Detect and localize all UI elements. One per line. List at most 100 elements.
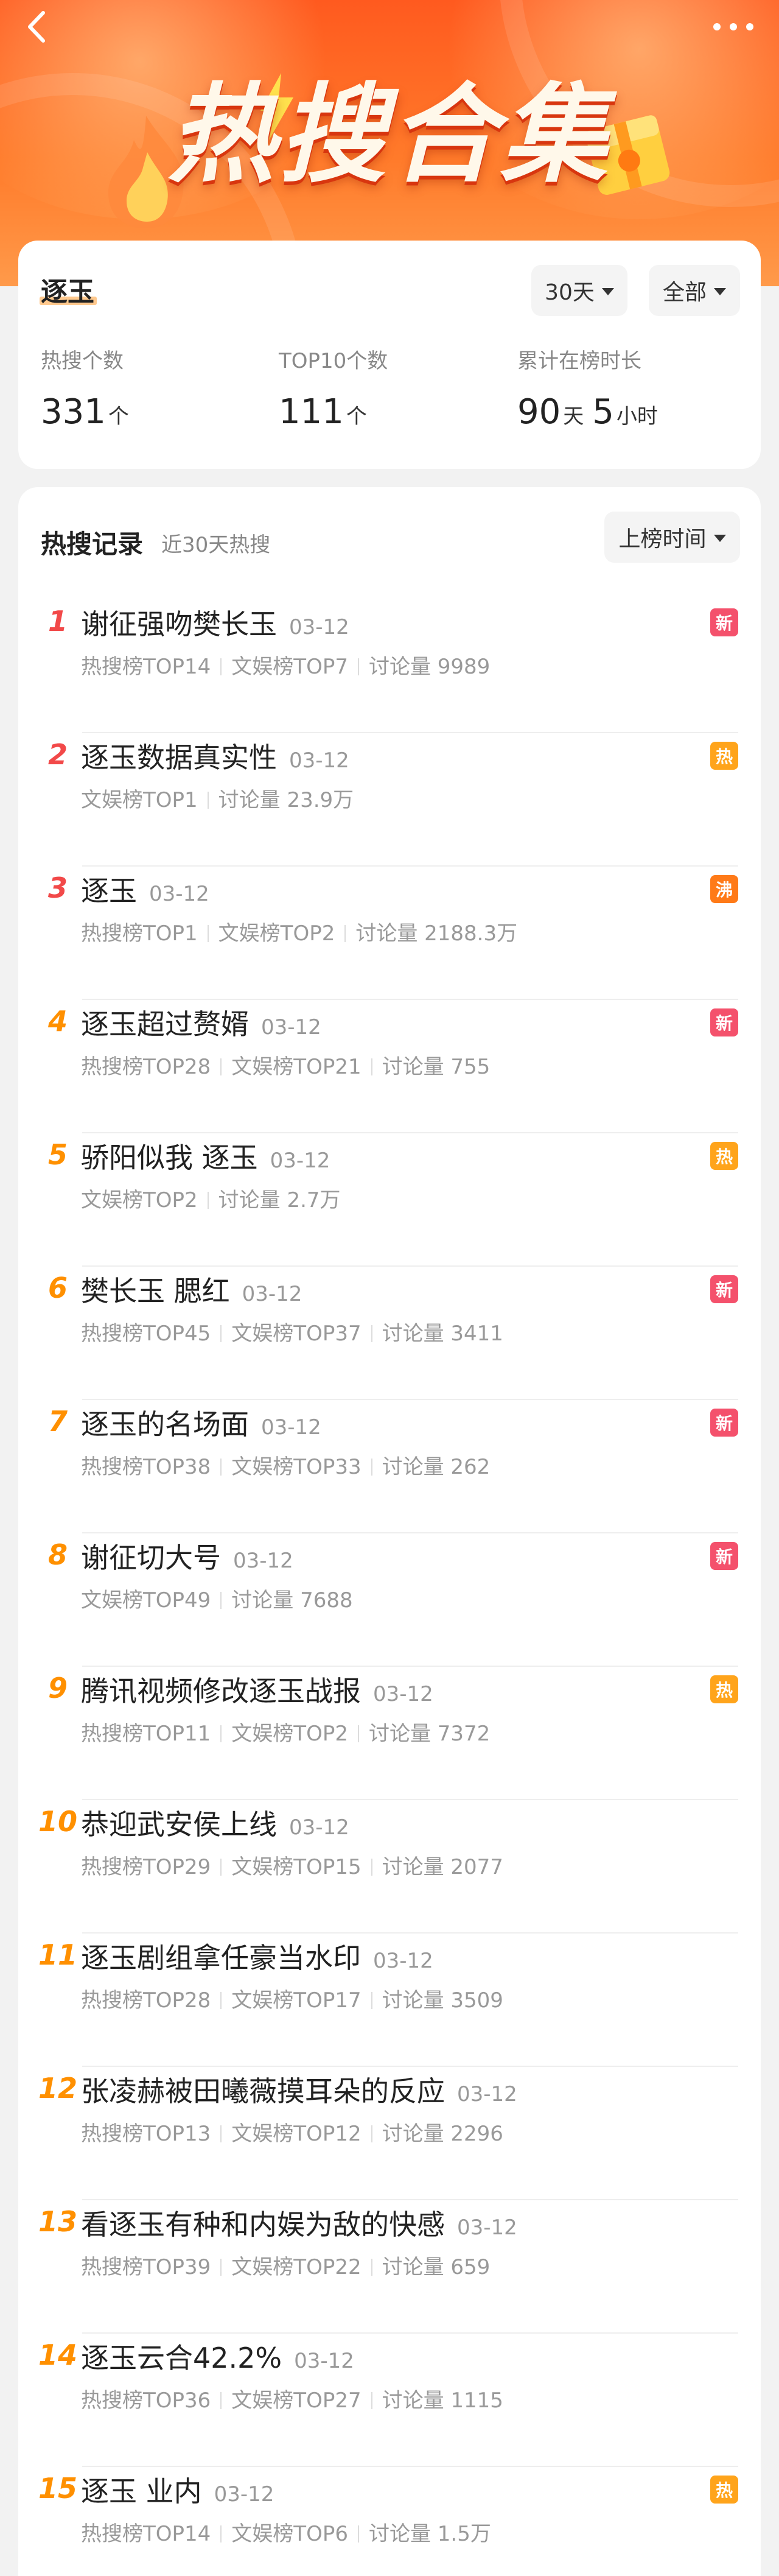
- divider: [220, 2125, 222, 2142]
- record-date: 03-12: [294, 2349, 354, 2373]
- status-badge: 热: [710, 1675, 738, 1703]
- divider: [220, 1325, 222, 1342]
- record-meta-item: 讨论量 659: [382, 2255, 491, 2279]
- list-item[interactable]: 15 逐玉 业内 03-12 热搜榜TOP14 文娱榜TOP6 讨论量 1.5万 热: [18, 2467, 761, 2576]
- divider: [220, 2259, 222, 2276]
- record-title-line: 逐玉超过赘婿 03-12: [81, 1002, 321, 1043]
- list-item[interactable]: 9 腾讯视频修改逐玉战报 03-12 热搜榜TOP11 文娱榜TOP2 讨论量 7372 热: [18, 1667, 761, 1800]
- record-meta: 热搜榜TOP14 文娱榜TOP7 讨论量 9989: [81, 650, 490, 680]
- period-dropdown[interactable]: 30天: [531, 265, 627, 316]
- divider: [220, 2392, 222, 2409]
- record-meta-item: 文娱榜TOP2: [81, 1188, 198, 1212]
- record-title: 谢征强吻樊长玉: [81, 608, 277, 641]
- record-title-line: 樊长玉 腮红 03-12: [81, 1269, 302, 1309]
- back-button[interactable]: [18, 9, 55, 45]
- stat-top10-count: TOP10个数 111 个: [279, 344, 388, 432]
- page: 热搜合集 逐玉 30天 全部 热搜个数 331 个 TOP10个数 111 个 累计…: [0, 0, 779, 2576]
- status-badge: 沸: [710, 875, 738, 903]
- record-title-line: 逐玉云合42.2% 03-12: [81, 2336, 354, 2376]
- record-date: 03-12: [289, 615, 349, 639]
- record-title: 谢征切大号: [81, 1541, 221, 1574]
- stat-value: 111 个: [279, 392, 367, 432]
- list-item[interactable]: 12 张凌赫被田曦薇摸耳朵的反应 03-12 热搜榜TOP13 文娱榜TOP12 讨论量 …: [18, 2067, 761, 2200]
- divider: [371, 1859, 372, 1876]
- divider: [220, 2525, 222, 2543]
- divider: [220, 1592, 222, 1609]
- record-meta-item: 讨论量 23.9万: [218, 788, 354, 812]
- record-date: 03-12: [261, 1015, 321, 1040]
- scope-dropdown-label: 全部: [662, 280, 707, 305]
- record-title-line: 谢征强吻樊长玉 03-12: [81, 602, 349, 642]
- record-meta-item: 热搜榜TOP28: [81, 1988, 211, 2013]
- list-item[interactable]: 4 逐玉超过赘婿 03-12 热搜榜TOP28 文娱榜TOP21 讨论量 755 新: [18, 1000, 761, 1133]
- more-options-button[interactable]: [706, 9, 761, 45]
- record-title-line: 看逐玉有种和内娱为敌的快感 03-12: [81, 2203, 517, 2243]
- record-meta-item: 热搜榜TOP14: [81, 655, 211, 679]
- rank-number: 1: [47, 605, 68, 638]
- record-meta-item: 文娱榜TOP22: [231, 2255, 362, 2279]
- record-date: 03-12: [373, 1682, 433, 1706]
- record-meta: 热搜榜TOP13 文娱榜TOP12 讨论量 2296: [81, 2117, 503, 2147]
- stat-hot-count: 热搜个数 331 个: [41, 344, 129, 432]
- list-item[interactable]: 5 骄阳似我 逐玉 03-12 文娱榜TOP2 讨论量 2.7万 热: [18, 1133, 761, 1267]
- list-item[interactable]: 13 看逐玉有种和内娱为敌的快感 03-12 热搜榜TOP39 文娱榜TOP22 讨论量 …: [18, 2200, 761, 2334]
- record-meta-item: 文娱榜TOP12: [231, 2122, 362, 2146]
- chevron-left-icon: [28, 11, 45, 43]
- stat-value: 331 个: [41, 392, 129, 432]
- record-meta-item: 讨论量 3411: [382, 1321, 503, 1346]
- record-title: 逐玉数据真实性: [81, 741, 277, 774]
- list-item[interactable]: 10 恭迎武安侯上线 03-12 热搜榜TOP29 文娱榜TOP15 讨论量 2077: [18, 1800, 761, 1934]
- record-date: 03-12: [261, 1415, 321, 1440]
- record-meta: 热搜榜TOP14 文娱榜TOP6 讨论量 1.5万: [81, 2517, 491, 2547]
- record-meta-item: 热搜榜TOP1: [81, 921, 198, 946]
- record-meta: 热搜榜TOP28 文娱榜TOP21 讨论量 755: [81, 1050, 490, 1080]
- record-meta-item: 文娱榜TOP1: [81, 788, 198, 812]
- list-item[interactable]: 7 逐玉的名场面 03-12 热搜榜TOP38 文娱榜TOP33 讨论量 262 新: [18, 1400, 761, 1533]
- record-title: 恭迎武安侯上线: [81, 1808, 277, 1841]
- rank-number: 15: [38, 2472, 77, 2505]
- record-meta-item: 文娱榜TOP6: [231, 2522, 348, 2546]
- record-title: 逐玉 业内: [81, 2475, 202, 2508]
- record-meta-item: 热搜榜TOP13: [81, 2122, 211, 2146]
- record-meta: 热搜榜TOP45 文娱榜TOP37 讨论量 3411: [81, 1317, 503, 1346]
- record-meta: 文娱榜TOP1 讨论量 23.9万: [81, 783, 354, 813]
- list-item[interactable]: 2 逐玉数据真实性 03-12 文娱榜TOP1 讨论量 23.9万 热: [18, 733, 761, 867]
- rank-number: 12: [38, 2072, 77, 2105]
- record-title-line: 逐玉剧组拿任豪当水印 03-12: [81, 1936, 433, 1976]
- list-item[interactable]: 1 谢征强吻樊长玉 03-12 热搜榜TOP14 文娱榜TOP7 讨论量 9989 新: [18, 600, 761, 733]
- record-title: 骄阳似我 逐玉: [81, 1141, 258, 1174]
- rank-number: 3: [47, 871, 68, 904]
- record-title: 张凌赫被田曦薇摸耳朵的反应: [81, 2075, 445, 2108]
- record-title-line: 张凌赫被田曦薇摸耳朵的反应 03-12: [81, 2069, 517, 2110]
- record-meta: 热搜榜TOP39 文娱榜TOP22 讨论量 659: [81, 2250, 490, 2280]
- record-meta-item: 文娱榜TOP7: [231, 655, 348, 679]
- list-item[interactable]: 14 逐玉云合42.2% 03-12 热搜榜TOP36 文娱榜TOP27 讨论量 1115: [18, 2334, 761, 2467]
- status-badge: 热: [710, 2476, 738, 2504]
- record-title: 逐玉的名场面: [81, 1408, 249, 1441]
- record-meta-item: 热搜榜TOP11: [81, 1722, 211, 1746]
- record-meta: 热搜榜TOP1 文娱榜TOP2 讨论量 2188.3万: [81, 917, 517, 946]
- record-meta-item: 热搜榜TOP45: [81, 1321, 211, 1346]
- caret-down-icon: [601, 288, 614, 295]
- list-item[interactable]: 3 逐玉 03-12 热搜榜TOP1 文娱榜TOP2 讨论量 2188.3万 沸: [18, 867, 761, 1000]
- scope-dropdown[interactable]: 全部: [649, 265, 740, 316]
- period-dropdown-label: 30天: [545, 280, 595, 305]
- record-date: 03-12: [233, 1549, 293, 1573]
- list-item[interactable]: 11 逐玉剧组拿任豪当水印 03-12 热搜榜TOP28 文娱榜TOP17 讨论量 350…: [18, 1934, 761, 2067]
- rank-number: 4: [47, 1005, 68, 1038]
- records-subtitle: 近30天热搜: [161, 533, 271, 557]
- sort-dropdown[interactable]: 上榜时间: [604, 512, 740, 563]
- list-item[interactable]: 6 樊长玉 腮红 03-12 热搜榜TOP45 文娱榜TOP37 讨论量 3411 新: [18, 1267, 761, 1400]
- divider: [344, 925, 346, 942]
- record-date: 03-12: [457, 2215, 517, 2240]
- record-title-line: 骄阳似我 逐玉 03-12: [81, 1136, 330, 1176]
- rank-number: 8: [47, 1538, 68, 1571]
- record-date: 03-12: [289, 748, 349, 773]
- list-item[interactable]: 8 谢征切大号 03-12 文娱榜TOP49 讨论量 7688 新: [18, 1533, 761, 1667]
- rank-number: 10: [38, 1805, 77, 1838]
- record-title: 腾讯视频修改逐玉战报: [81, 1675, 361, 1708]
- divider: [207, 1192, 209, 1209]
- status-badge: 新: [710, 1275, 738, 1303]
- record-title: 樊长玉 腮红: [81, 1275, 230, 1307]
- record-meta-item: 文娱榜TOP2: [231, 1722, 348, 1746]
